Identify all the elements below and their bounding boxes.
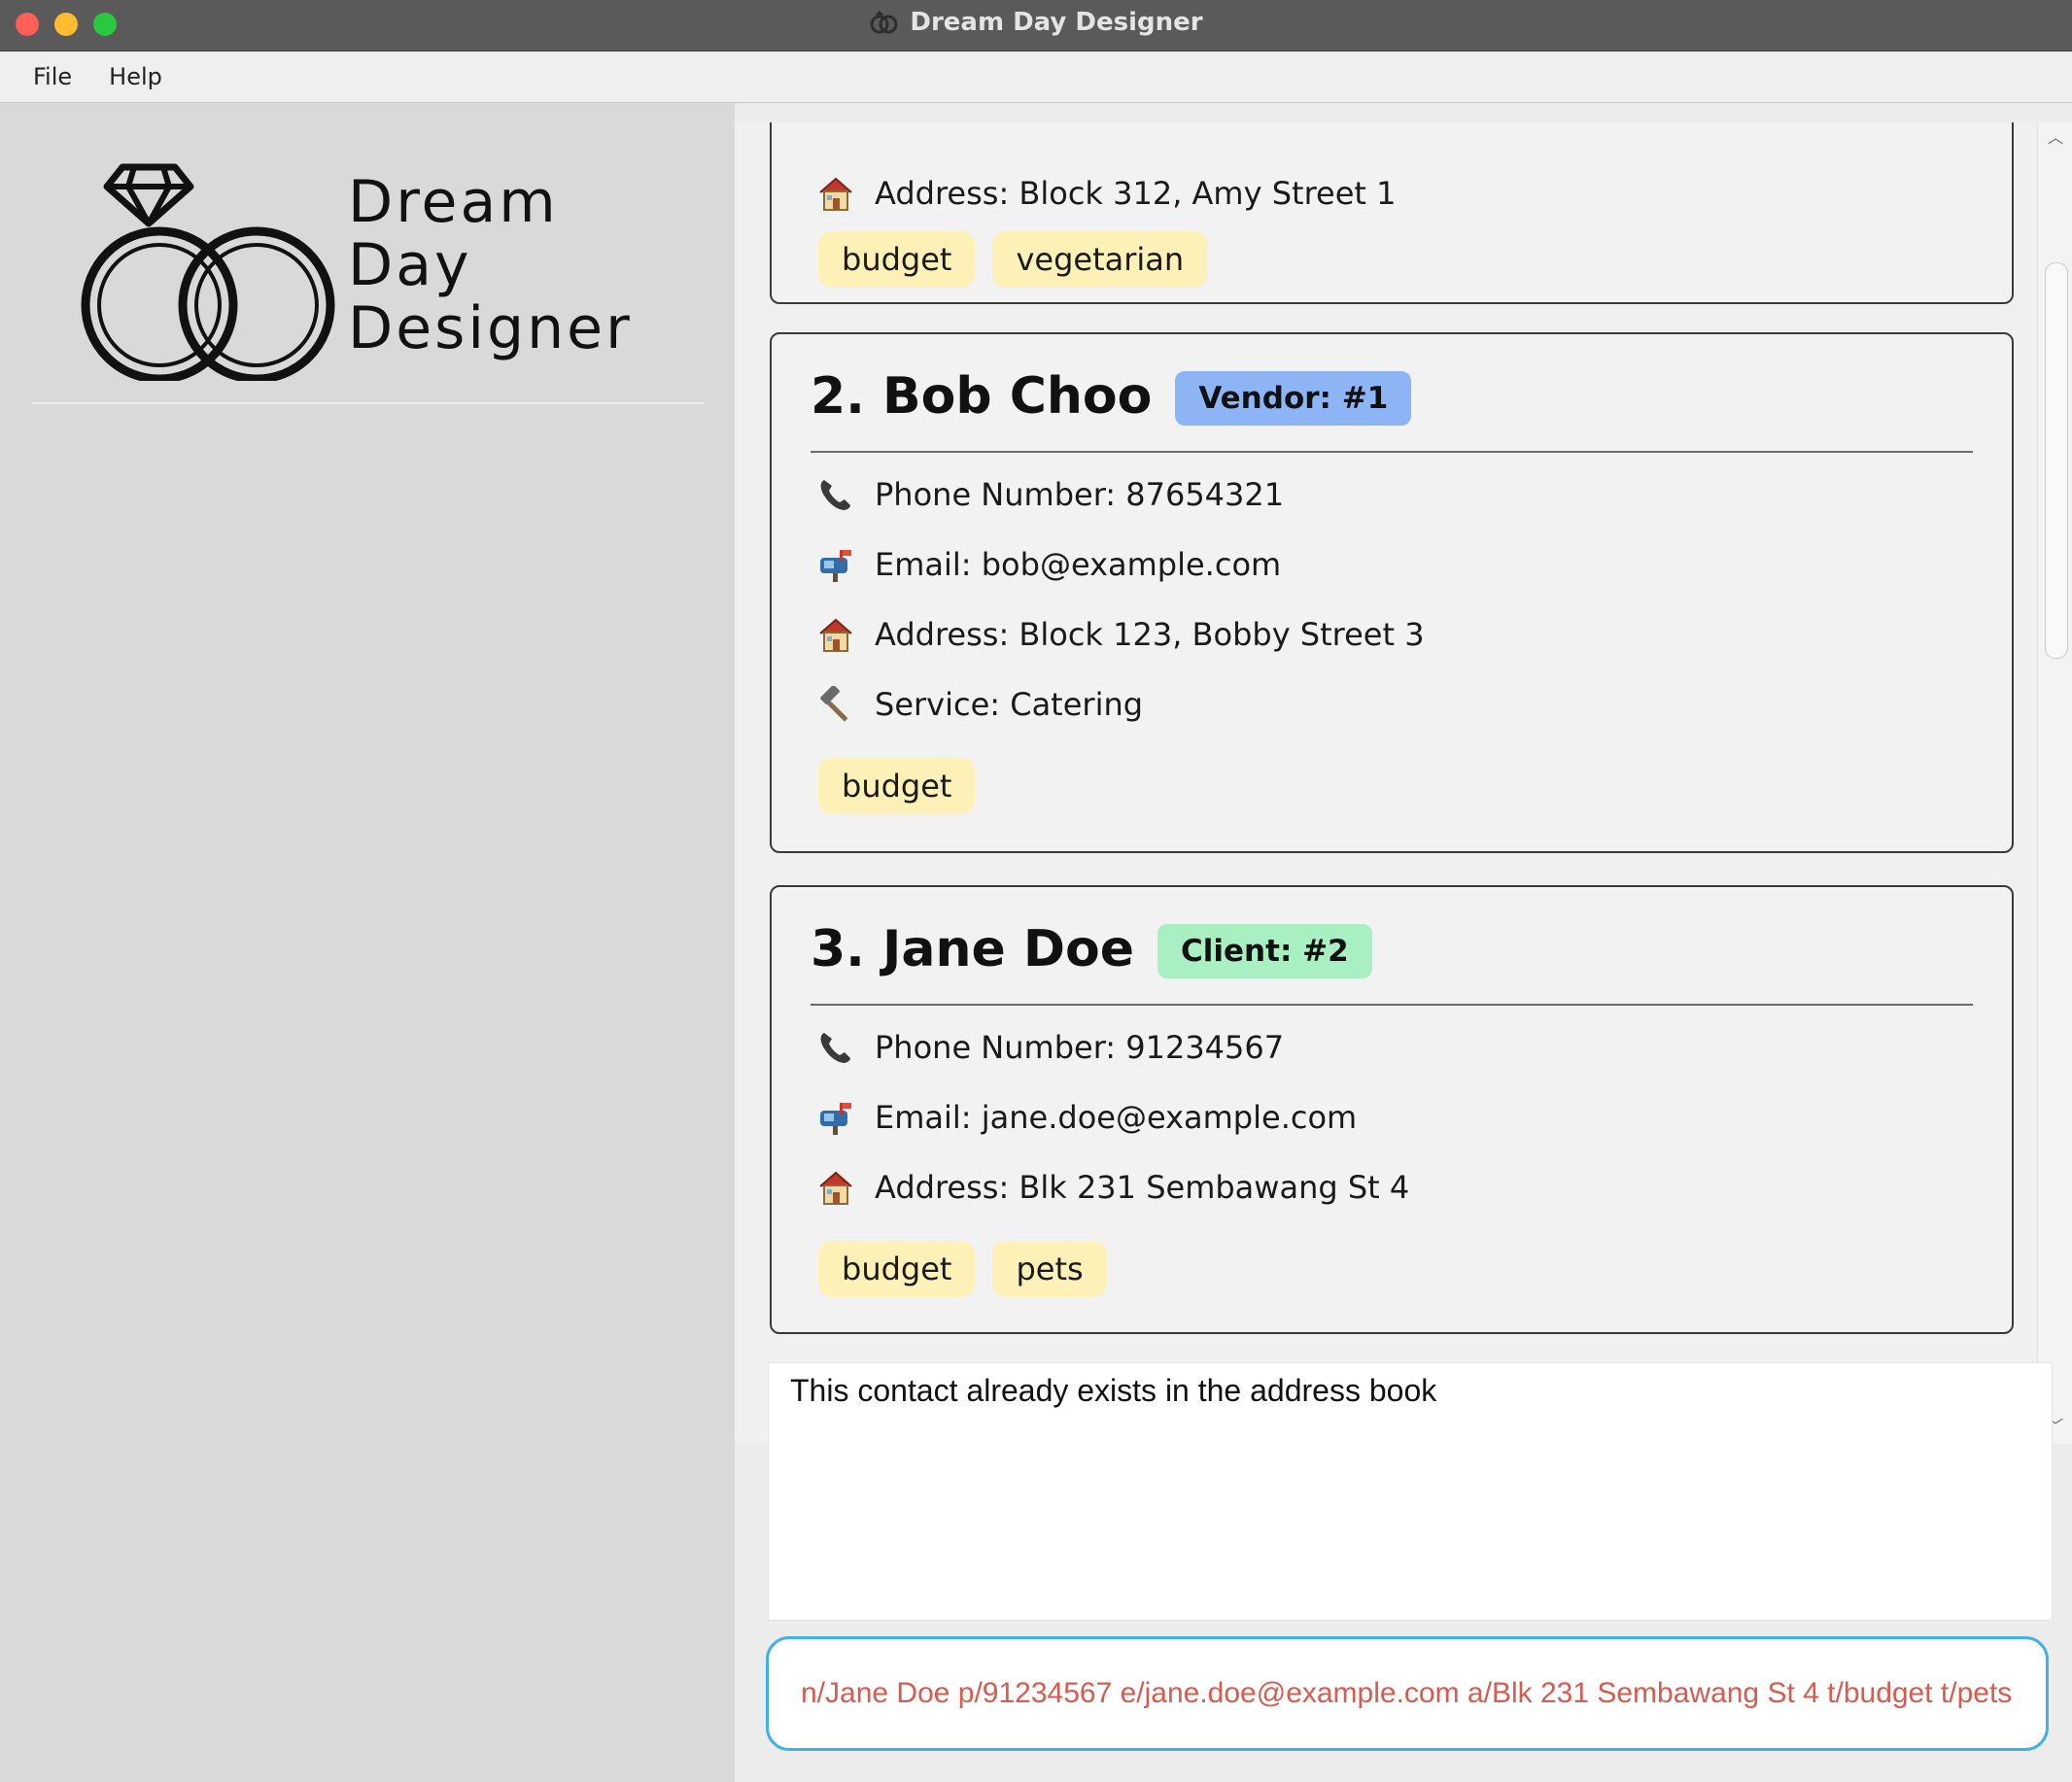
mailbox-icon bbox=[814, 545, 857, 584]
phone-row: Phone Number: 91234567 bbox=[814, 1023, 1284, 1072]
role-badge: Vendor: #1 bbox=[1175, 371, 1412, 426]
tag-badge: budget bbox=[818, 758, 976, 814]
address-text: Address: Block 123, Bobby Street 3 bbox=[875, 616, 1425, 653]
house-icon bbox=[814, 615, 857, 654]
menu-file[interactable]: File bbox=[0, 63, 90, 90]
logo-line-dream: Dream bbox=[348, 168, 559, 236]
phone-text: Phone Number: 87654321 bbox=[875, 476, 1285, 513]
hammer-icon bbox=[814, 685, 857, 724]
contact-name: 2. Bob Choo bbox=[811, 367, 1153, 426]
service-row: Service: Catering bbox=[814, 680, 1143, 729]
command-input[interactable] bbox=[769, 1639, 2046, 1748]
address-row: Address: Block 123, Bobby Street 3 bbox=[814, 610, 1425, 659]
tag-list: budget bbox=[818, 758, 976, 814]
tag-list: budget vegetarian bbox=[818, 231, 1208, 288]
tag-badge: pets bbox=[992, 1241, 1107, 1297]
tag-list: budget pets bbox=[818, 1241, 1107, 1297]
wedding-rings-icon bbox=[81, 163, 335, 381]
email-row: Email: jane.doe@example.com bbox=[814, 1093, 1357, 1142]
window-title-group: Dream Day Designer bbox=[0, 0, 2072, 45]
contact-card[interactable]: 2. Bob Choo Vendor: #1 Phone Number: 876… bbox=[770, 332, 2014, 853]
email-row: Email: bob@example.com bbox=[814, 540, 1281, 589]
phone-icon bbox=[814, 475, 857, 514]
contact-card[interactable]: 3. Jane Doe Client: #2 Phone Number: 912… bbox=[770, 885, 2014, 1334]
house-icon bbox=[814, 174, 857, 213]
contact-list[interactable]: Address: Block 312, Amy Street 1 budget … bbox=[735, 122, 2037, 1444]
house-icon bbox=[814, 1168, 857, 1207]
window-title: Dream Day Designer bbox=[910, 8, 1203, 37]
menu-help[interactable]: Help bbox=[90, 63, 181, 90]
role-badge: Client: #2 bbox=[1157, 924, 1372, 978]
address-row: Address: Block 312, Amy Street 1 bbox=[814, 169, 1396, 218]
result-message: This contact already exists in the addre… bbox=[790, 1373, 1437, 1408]
mailbox-icon bbox=[814, 1098, 857, 1137]
address-text: Address: Blk 231 Sembawang St 4 bbox=[875, 1169, 1410, 1206]
service-text: Service: Catering bbox=[875, 686, 1144, 723]
scroll-up-arrow-icon[interactable]: ︿ bbox=[2048, 130, 2063, 146]
contact-list-scrollbar[interactable]: ︿ ﹀ bbox=[2037, 122, 2072, 1444]
email-text: Email: bob@example.com bbox=[875, 546, 1282, 583]
result-display[interactable]: This contact already exists in the addre… bbox=[768, 1362, 2053, 1621]
logo-line-designer: Designer bbox=[348, 294, 633, 362]
phone-text: Phone Number: 91234567 bbox=[875, 1029, 1285, 1066]
tag-badge: budget bbox=[818, 1241, 976, 1297]
email-text: Email: jane.doe@example.com bbox=[875, 1099, 1358, 1136]
sidebar-divider bbox=[31, 402, 704, 404]
sidebar: Dream Day Designer bbox=[0, 103, 735, 1782]
contact-name: 3. Jane Doe bbox=[811, 920, 1135, 978]
contact-card[interactable]: Address: Block 312, Amy Street 1 budget … bbox=[770, 122, 2014, 304]
address-row: Address: Blk 231 Sembawang St 4 bbox=[814, 1163, 1409, 1212]
phone-icon bbox=[814, 1028, 857, 1067]
menu-bar: File Help bbox=[0, 51, 2072, 103]
main-panel: Address: Block 312, Amy Street 1 budget … bbox=[735, 103, 2072, 1782]
app-logo-text: Dream Day Designer bbox=[348, 171, 633, 360]
address-text: Address: Block 312, Amy Street 1 bbox=[875, 175, 1397, 212]
window-title-bar: Dream Day Designer bbox=[0, 0, 2072, 51]
command-box[interactable] bbox=[766, 1636, 2049, 1751]
logo-line-day: Day bbox=[348, 231, 472, 299]
tag-badge: vegetarian bbox=[992, 231, 1208, 288]
app-rings-icon bbox=[870, 11, 898, 34]
contact-card-header: 3. Jane Doe Client: #2 bbox=[811, 920, 1973, 1006]
phone-row: Phone Number: 87654321 bbox=[814, 470, 1284, 519]
contact-card-header: 2. Bob Choo Vendor: #1 bbox=[811, 367, 1973, 453]
scrollbar-thumb[interactable] bbox=[2045, 262, 2068, 659]
tag-badge: budget bbox=[818, 231, 976, 288]
